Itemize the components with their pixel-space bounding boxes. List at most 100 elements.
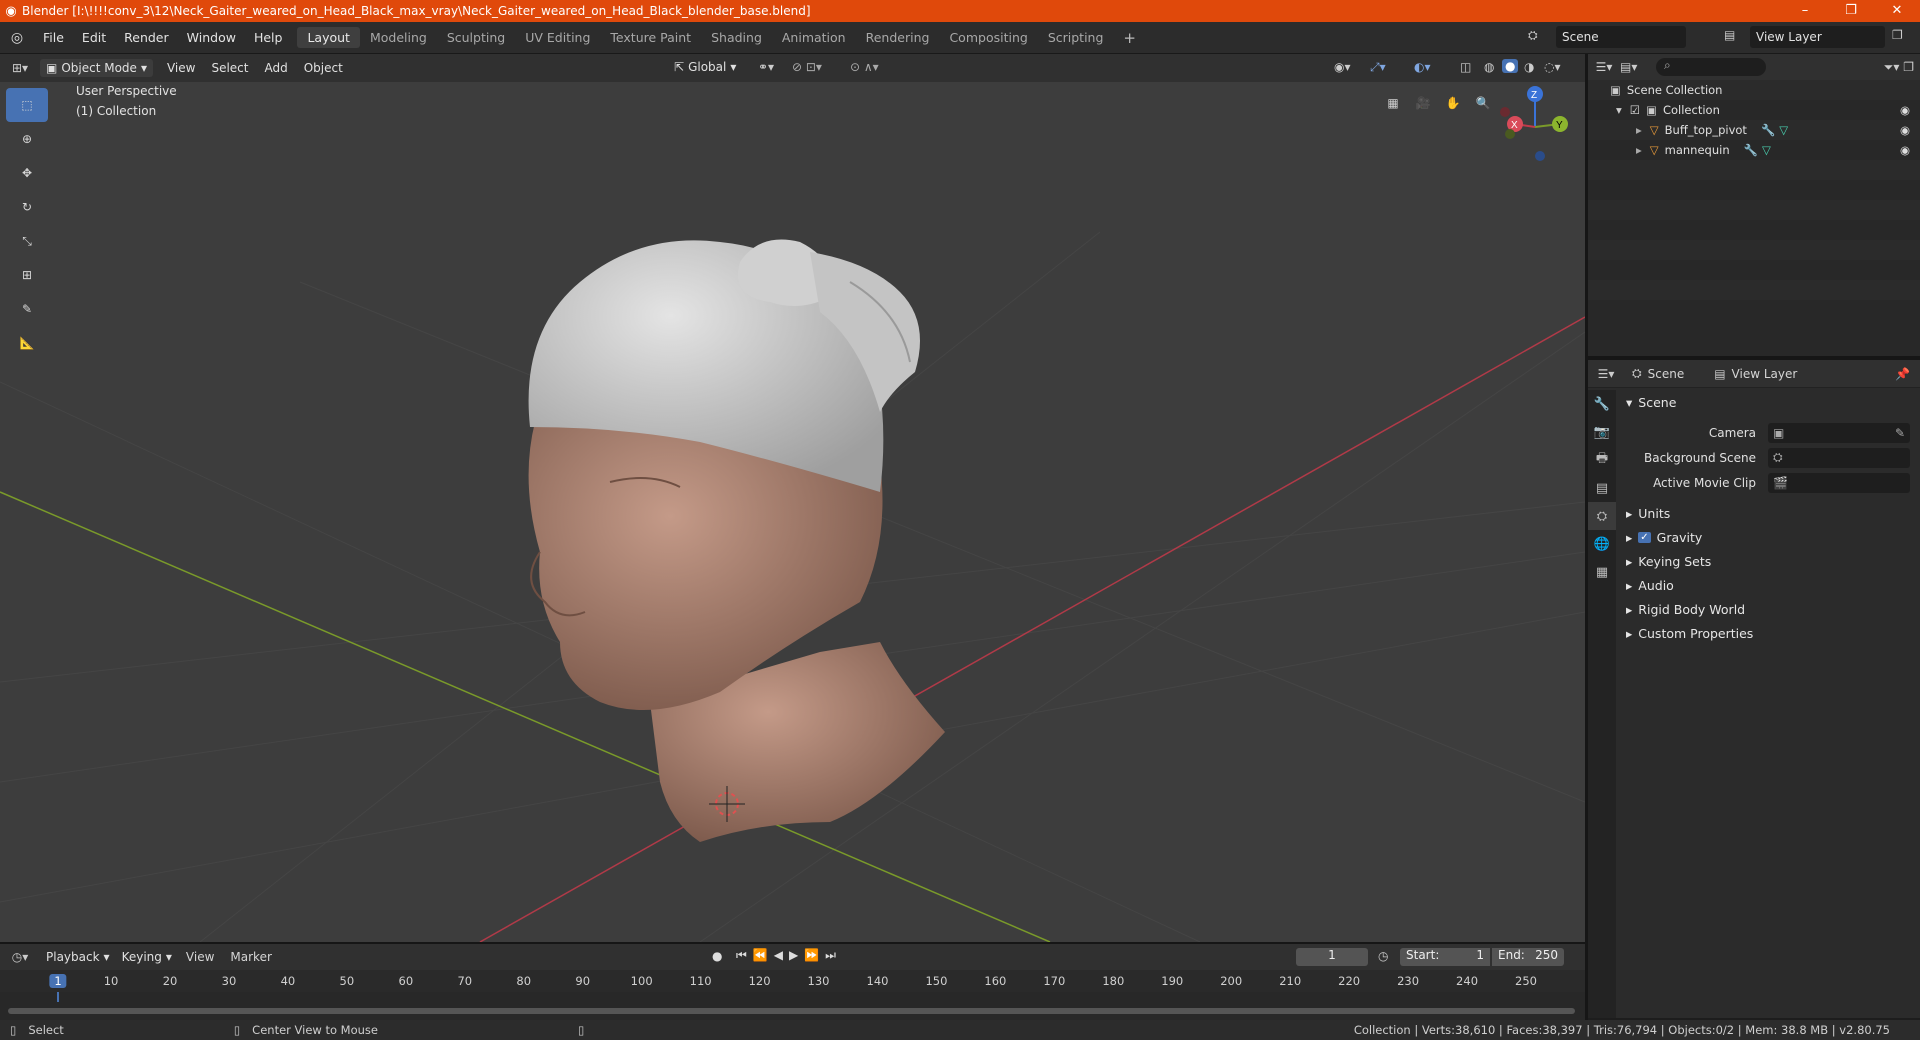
measure-icon[interactable]: 📐 xyxy=(6,326,48,360)
tab-texture-paint[interactable]: Texture Paint xyxy=(600,27,701,48)
timeline-menu-view[interactable]: View xyxy=(178,950,222,964)
menu-edit[interactable]: Edit xyxy=(73,30,115,45)
solid-shading-icon[interactable]: ● xyxy=(1502,59,1519,73)
viewport-menu-select[interactable]: Select xyxy=(203,61,256,75)
area-separator[interactable] xyxy=(1585,54,1588,1020)
tab-sculpting[interactable]: Sculpting xyxy=(437,27,515,48)
end-frame-field[interactable]: End: 250 xyxy=(1492,948,1564,966)
eyedropper-icon[interactable]: ✎ xyxy=(1895,426,1910,440)
keying-sets-panel-header[interactable]: ▸ Keying Sets xyxy=(1618,549,1920,573)
visibility-icon[interactable]: ◉▾ xyxy=(1334,60,1351,74)
timeline-editor-icon[interactable]: ◷▾ xyxy=(0,950,40,964)
pin-icon[interactable]: 📌 xyxy=(1895,367,1920,381)
viewport-menu-add[interactable]: Add xyxy=(256,61,295,75)
select-box-icon[interactable]: ⬚ xyxy=(6,88,48,122)
frame-ruler[interactable]: 1 10 20 30 40 50 60 70 80 90 100 110 120 130 140 150 160… xyxy=(0,970,1585,992)
wireframe-shading-icon[interactable]: ◍ xyxy=(1484,60,1494,74)
3d-viewport[interactable]: Z Y X User Perspective (1) Collection ⬚ … xyxy=(0,82,1585,942)
collection-row[interactable]: ▾ ☑ ▣ Collection ◉ xyxy=(1588,100,1920,120)
clock-icon[interactable]: ◷ xyxy=(1378,949,1388,963)
mode-selector[interactable]: ▣ Object Mode ▾ xyxy=(40,59,153,77)
menu-window[interactable]: Window xyxy=(178,30,245,45)
timeline-scrollbar[interactable] xyxy=(8,1008,1575,1014)
background-scene-selector[interactable]: ⛭ xyxy=(1768,447,1910,468)
menu-render[interactable]: Render xyxy=(115,30,178,45)
breadcrumb-scene[interactable]: Scene xyxy=(1648,367,1685,381)
scene-icon[interactable]: ⛭ xyxy=(1528,28,1538,43)
cursor-icon[interactable]: ⊕ xyxy=(6,122,48,156)
menu-file[interactable]: File xyxy=(34,30,73,45)
expand-arrow-icon[interactable]: ▸ xyxy=(1636,123,1642,137)
tool-tab-icon[interactable]: 🔧 xyxy=(1588,390,1616,418)
custom-properties-panel-header[interactable]: ▸ Custom Properties xyxy=(1618,621,1920,645)
view-layer-selector[interactable]: View Layer xyxy=(1750,26,1885,48)
tab-rendering[interactable]: Rendering xyxy=(856,27,940,48)
viewport-menu-object[interactable]: Object xyxy=(296,61,351,75)
blender-menu-icon[interactable]: ◎ xyxy=(0,30,34,46)
menu-help[interactable]: Help xyxy=(245,30,292,45)
proportional-edit-icon[interactable]: ⊙ ∧▾ xyxy=(850,60,879,74)
expand-arrow-icon[interactable]: ▸ xyxy=(1636,143,1642,157)
orientation-selector[interactable]: ⇱ Global ▾ xyxy=(668,58,742,76)
scene-selector[interactable]: Scene xyxy=(1556,26,1686,48)
playback-menu[interactable]: Playback ▾ xyxy=(40,948,116,966)
keying-menu[interactable]: Keying ▾ xyxy=(116,948,178,966)
keyframe-area[interactable] xyxy=(0,992,1585,1020)
annotate-icon[interactable]: ✎ xyxy=(6,292,48,326)
tab-scripting[interactable]: Scripting xyxy=(1038,27,1114,48)
area-separator[interactable] xyxy=(0,942,1585,944)
render-tab-icon[interactable]: 📷 xyxy=(1588,418,1616,446)
snap-icon[interactable]: ⊘ ⊡▾ xyxy=(792,60,822,74)
gizmo-toggle-icon[interactable]: ⤢▾ xyxy=(1370,60,1386,75)
tab-animation[interactable]: Animation xyxy=(772,27,856,48)
area-separator[interactable] xyxy=(1588,356,1920,360)
tab-layout[interactable]: Layout xyxy=(297,27,360,48)
xray-icon[interactable]: ◫ xyxy=(1460,60,1471,74)
properties-editor-icon[interactable]: ☰▾ xyxy=(1588,367,1624,381)
world-tab-icon[interactable]: 🌐 xyxy=(1588,530,1616,558)
gravity-checkbox[interactable]: ✓ xyxy=(1638,531,1651,543)
transform-icon[interactable]: ⊞ xyxy=(6,258,48,292)
add-workspace-icon[interactable]: + xyxy=(1113,26,1146,50)
tab-compositing[interactable]: Compositing xyxy=(939,27,1037,48)
scale-icon[interactable]: ⤡ xyxy=(6,224,48,258)
view-layer-icon[interactable]: ▤ xyxy=(1724,28,1735,42)
move-icon[interactable]: ✥ xyxy=(6,156,48,190)
filter-icon[interactable]: ⏷▾ ❐ xyxy=(1884,60,1920,75)
toggle-camera-view-icon[interactable]: ▦ xyxy=(1378,88,1408,118)
zoom-icon[interactable]: 🔍 xyxy=(1468,88,1498,118)
camera-selector[interactable]: ▣ ✎ xyxy=(1768,422,1910,443)
outliner-object-row[interactable]: ▸ ▽ Buff_top_pivot 🔧 ▽ ◉ xyxy=(1588,120,1920,140)
eye-icon[interactable]: ◉ xyxy=(1900,123,1910,137)
minimize-button[interactable]: – xyxy=(1782,0,1828,22)
playback-controls[interactable]: ⏮⏪◀▶⏩⏭ xyxy=(736,948,842,963)
texture-tab-icon[interactable]: ▦ xyxy=(1588,558,1616,586)
maximize-button[interactable]: ❐ xyxy=(1828,0,1874,22)
timeline-menu-marker[interactable]: Marker xyxy=(222,950,279,964)
close-button[interactable]: ✕ xyxy=(1874,0,1920,22)
eye-icon[interactable]: ◉ xyxy=(1900,143,1910,157)
display-mode-icon[interactable]: ▤▾ xyxy=(1620,60,1650,74)
outliner-editor-icon[interactable]: ☰▾ xyxy=(1588,60,1620,74)
overlay-toggle-icon[interactable]: ◐▾ xyxy=(1414,60,1431,74)
gravity-panel-header[interactable]: ▸ ✓ Gravity xyxy=(1618,525,1920,549)
material-shading-icon[interactable]: ◑ xyxy=(1524,60,1534,74)
outliner-object-row[interactable]: ▸ ▽ mannequin 🔧 ▽ ◉ xyxy=(1588,140,1920,160)
tab-shading[interactable]: Shading xyxy=(701,27,772,48)
units-panel-header[interactable]: ▸ Units xyxy=(1618,501,1920,525)
scene-tab-icon[interactable]: ⛭ xyxy=(1588,502,1616,530)
pivot-icon[interactable]: ⚭▾ xyxy=(758,60,774,74)
editor-type-icon[interactable]: ⊞▾ xyxy=(0,61,40,75)
checkbox-icon[interactable]: ☑ xyxy=(1630,103,1640,117)
rigid-body-world-panel-header[interactable]: ▸ Rigid Body World xyxy=(1618,597,1920,621)
tab-modeling[interactable]: Modeling xyxy=(360,27,437,48)
camera-icon[interactable]: 🎥 xyxy=(1408,88,1438,118)
rendered-shading-icon[interactable]: ◌▾ xyxy=(1544,60,1561,74)
output-tab-icon[interactable]: 🖶 xyxy=(1588,446,1616,474)
rotate-icon[interactable]: ↻ xyxy=(6,190,48,224)
record-icon[interactable]: ● xyxy=(712,949,722,963)
movie-clip-selector[interactable]: 🎬 xyxy=(1768,472,1910,493)
current-frame-field[interactable]: 1 xyxy=(1296,948,1368,966)
outliner-search-input[interactable]: ⌕ xyxy=(1656,58,1766,76)
start-frame-field[interactable]: Start: 1 xyxy=(1400,948,1490,966)
